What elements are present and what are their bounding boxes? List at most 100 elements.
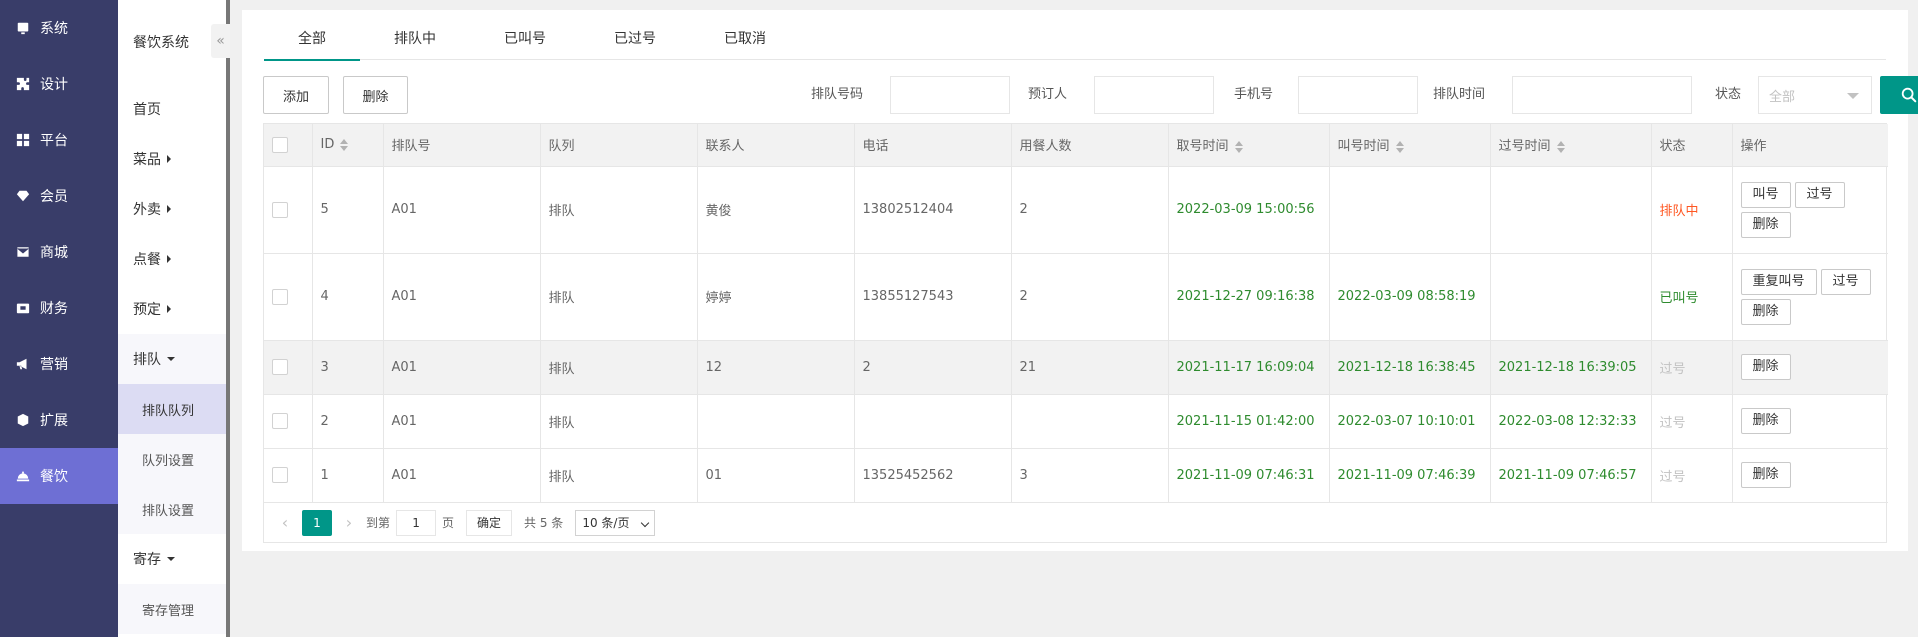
nav1-item-design[interactable]: 设计 [0, 56, 118, 112]
row-delete-button[interactable]: 删除 [1740, 211, 1791, 238]
column-header-call-time[interactable]: 叫号时间 [1328, 124, 1491, 167]
cell-no: A01 [382, 165, 541, 254]
cell-take-time: 2022-03-09 15:00:56 [1167, 165, 1330, 254]
goto-page-input[interactable]: 1 [396, 509, 437, 536]
cell-id: 5 [311, 165, 384, 254]
sidebar-item-label: 外卖 [133, 202, 161, 218]
booker-label: 预订人 [1028, 87, 1068, 102]
sidebar-item-home[interactable]: 首页 [118, 84, 226, 134]
cell-phone: 13802512404 [853, 165, 1012, 254]
tab-passed[interactable]: 已过号 [580, 10, 690, 60]
queue-time-label: 排队时间 [1433, 87, 1486, 102]
column-header-pass-time[interactable]: 过号时间 [1489, 124, 1652, 167]
sidebar-item-label: 寄存 [133, 552, 161, 568]
column-header-id[interactable]: ID [311, 124, 384, 167]
cell-ops: 叫号 过号删除 [1731, 165, 1888, 254]
caret-right-icon [167, 205, 171, 213]
row-checkbox[interactable] [272, 288, 288, 305]
page-size-select[interactable]: 10 条/页 [575, 509, 656, 536]
add-button[interactable]: 添加 [263, 76, 329, 114]
row-delete-button[interactable]: 删除 [1740, 408, 1791, 434]
nav1-label: 扩展 [40, 413, 68, 429]
tab-cancelled[interactable]: 已取消 [690, 10, 800, 60]
row-delete-button[interactable]: 删除 [1740, 354, 1791, 380]
delete-button[interactable]: 删除 [343, 76, 408, 114]
sidebar-subitem-queue-settings[interactable]: 队列设置 [118, 434, 226, 484]
chevron-down-icon [1847, 93, 1859, 99]
cell-ops: 删除 [1731, 393, 1888, 449]
sort-icon[interactable] [340, 138, 349, 151]
nav1-item-platform[interactable]: 平台 [0, 112, 118, 168]
sidebar-item-storage[interactable]: 寄存 [118, 534, 226, 584]
nav1-item-marketing[interactable]: 营销 [0, 336, 118, 392]
cell-id: 4 [311, 252, 384, 341]
nav1-item-mall[interactable]: 商城 [0, 224, 118, 280]
collapse-sidebar-button[interactable]: « [211, 24, 230, 58]
column-header-take-time[interactable]: 取号时间 [1167, 124, 1330, 167]
status-select-value: 全部 [1769, 89, 1796, 105]
nav1-item-system[interactable]: 系统 [0, 0, 118, 56]
row-delete-button[interactable]: 删除 [1740, 462, 1791, 488]
recall-button[interactable]: 重复叫号 [1740, 268, 1817, 295]
sidebar-item-order[interactable]: 点餐 [118, 234, 226, 284]
search-icon [1901, 87, 1917, 103]
nav1-label: 设计 [40, 77, 68, 93]
booker-input[interactable] [1094, 76, 1214, 114]
nav1-item-finance[interactable]: 财务 [0, 280, 118, 336]
next-page-icon[interactable]: › [338, 513, 360, 532]
cell-call-time: 2022-03-09 08:58:19 [1328, 252, 1491, 341]
cell-pass-time: 2022-03-08 12:32:33 [1489, 393, 1652, 449]
sidebar-item-reserve[interactable]: 预定 [118, 284, 226, 334]
pass-button[interactable]: 过号 [1820, 268, 1871, 295]
cell-no: A01 [382, 447, 541, 503]
sidebar-item-takeout[interactable]: 外卖 [118, 184, 226, 234]
nav1-label: 餐饮 [40, 469, 68, 485]
nav1-item-catering[interactable]: 餐饮 [0, 448, 118, 504]
chevron-down-icon [641, 518, 650, 527]
nav1-label: 营销 [40, 357, 68, 373]
table-row: 2 A01 排队 2021-11-15 01:42:00 2022-03-07 … [264, 393, 1888, 449]
cell-people: 2 [1010, 252, 1169, 341]
row-checkbox[interactable] [272, 201, 288, 218]
sidebar-item-label: 预定 [133, 302, 161, 318]
cell-queue: 排队 [539, 252, 698, 341]
prev-page-icon[interactable]: ‹ [274, 513, 296, 532]
monitor-icon [16, 21, 30, 35]
call-button[interactable]: 叫号 [1740, 181, 1791, 208]
tab-all[interactable]: 全部 [264, 10, 360, 61]
page-current[interactable]: 1 [302, 509, 332, 536]
column-header: 队列 [539, 124, 698, 167]
sort-icon[interactable] [1234, 140, 1243, 153]
cell-queue: 排队 [539, 165, 698, 254]
status-select[interactable]: 全部 [1758, 76, 1872, 114]
sidebar-item-queue[interactable]: 排队 [118, 334, 226, 384]
nav1-item-member[interactable]: 会员 [0, 168, 118, 224]
pass-button[interactable]: 过号 [1794, 181, 1845, 208]
sidebar-item-dishes[interactable]: 菜品 [118, 134, 226, 184]
goto-confirm-button[interactable]: 确定 [466, 509, 513, 536]
cell-queue: 排队 [539, 393, 698, 449]
tab-called[interactable]: 已叫号 [470, 10, 580, 60]
row-checkbox[interactable] [272, 359, 288, 375]
cell-pass-time [1489, 165, 1652, 254]
sort-icon[interactable] [1556, 140, 1565, 153]
goto-label: 到第 [366, 516, 391, 530]
sidebar-subitem-queue-list[interactable]: 排队队列 [118, 384, 226, 434]
select-all-checkbox[interactable] [272, 136, 288, 153]
sort-icon[interactable] [1395, 140, 1404, 153]
sidebar-subitem-queue-setup[interactable]: 排队设置 [118, 484, 226, 534]
nav1-label: 财务 [40, 301, 68, 317]
queue-time-input[interactable] [1512, 76, 1692, 114]
phone-input[interactable] [1298, 76, 1418, 114]
nav1-label: 系统 [40, 21, 68, 37]
nav1-item-extension[interactable]: 扩展 [0, 392, 118, 448]
row-delete-button[interactable]: 删除 [1740, 298, 1791, 325]
tab-queuing[interactable]: 排队中 [360, 10, 470, 60]
row-checkbox[interactable] [272, 467, 288, 483]
sidebar-subitem-storage-manage[interactable]: 寄存管理 [118, 584, 226, 634]
main-panel: 全部 排队中 已叫号 已过号 已取消 添加 删除 排队号码 预订人 手机号 排队… [242, 10, 1918, 551]
queue-no-input[interactable] [890, 76, 1010, 114]
row-checkbox[interactable] [272, 413, 288, 429]
search-button[interactable] [1880, 76, 1918, 114]
status-label: 状态 [1715, 87, 1742, 102]
